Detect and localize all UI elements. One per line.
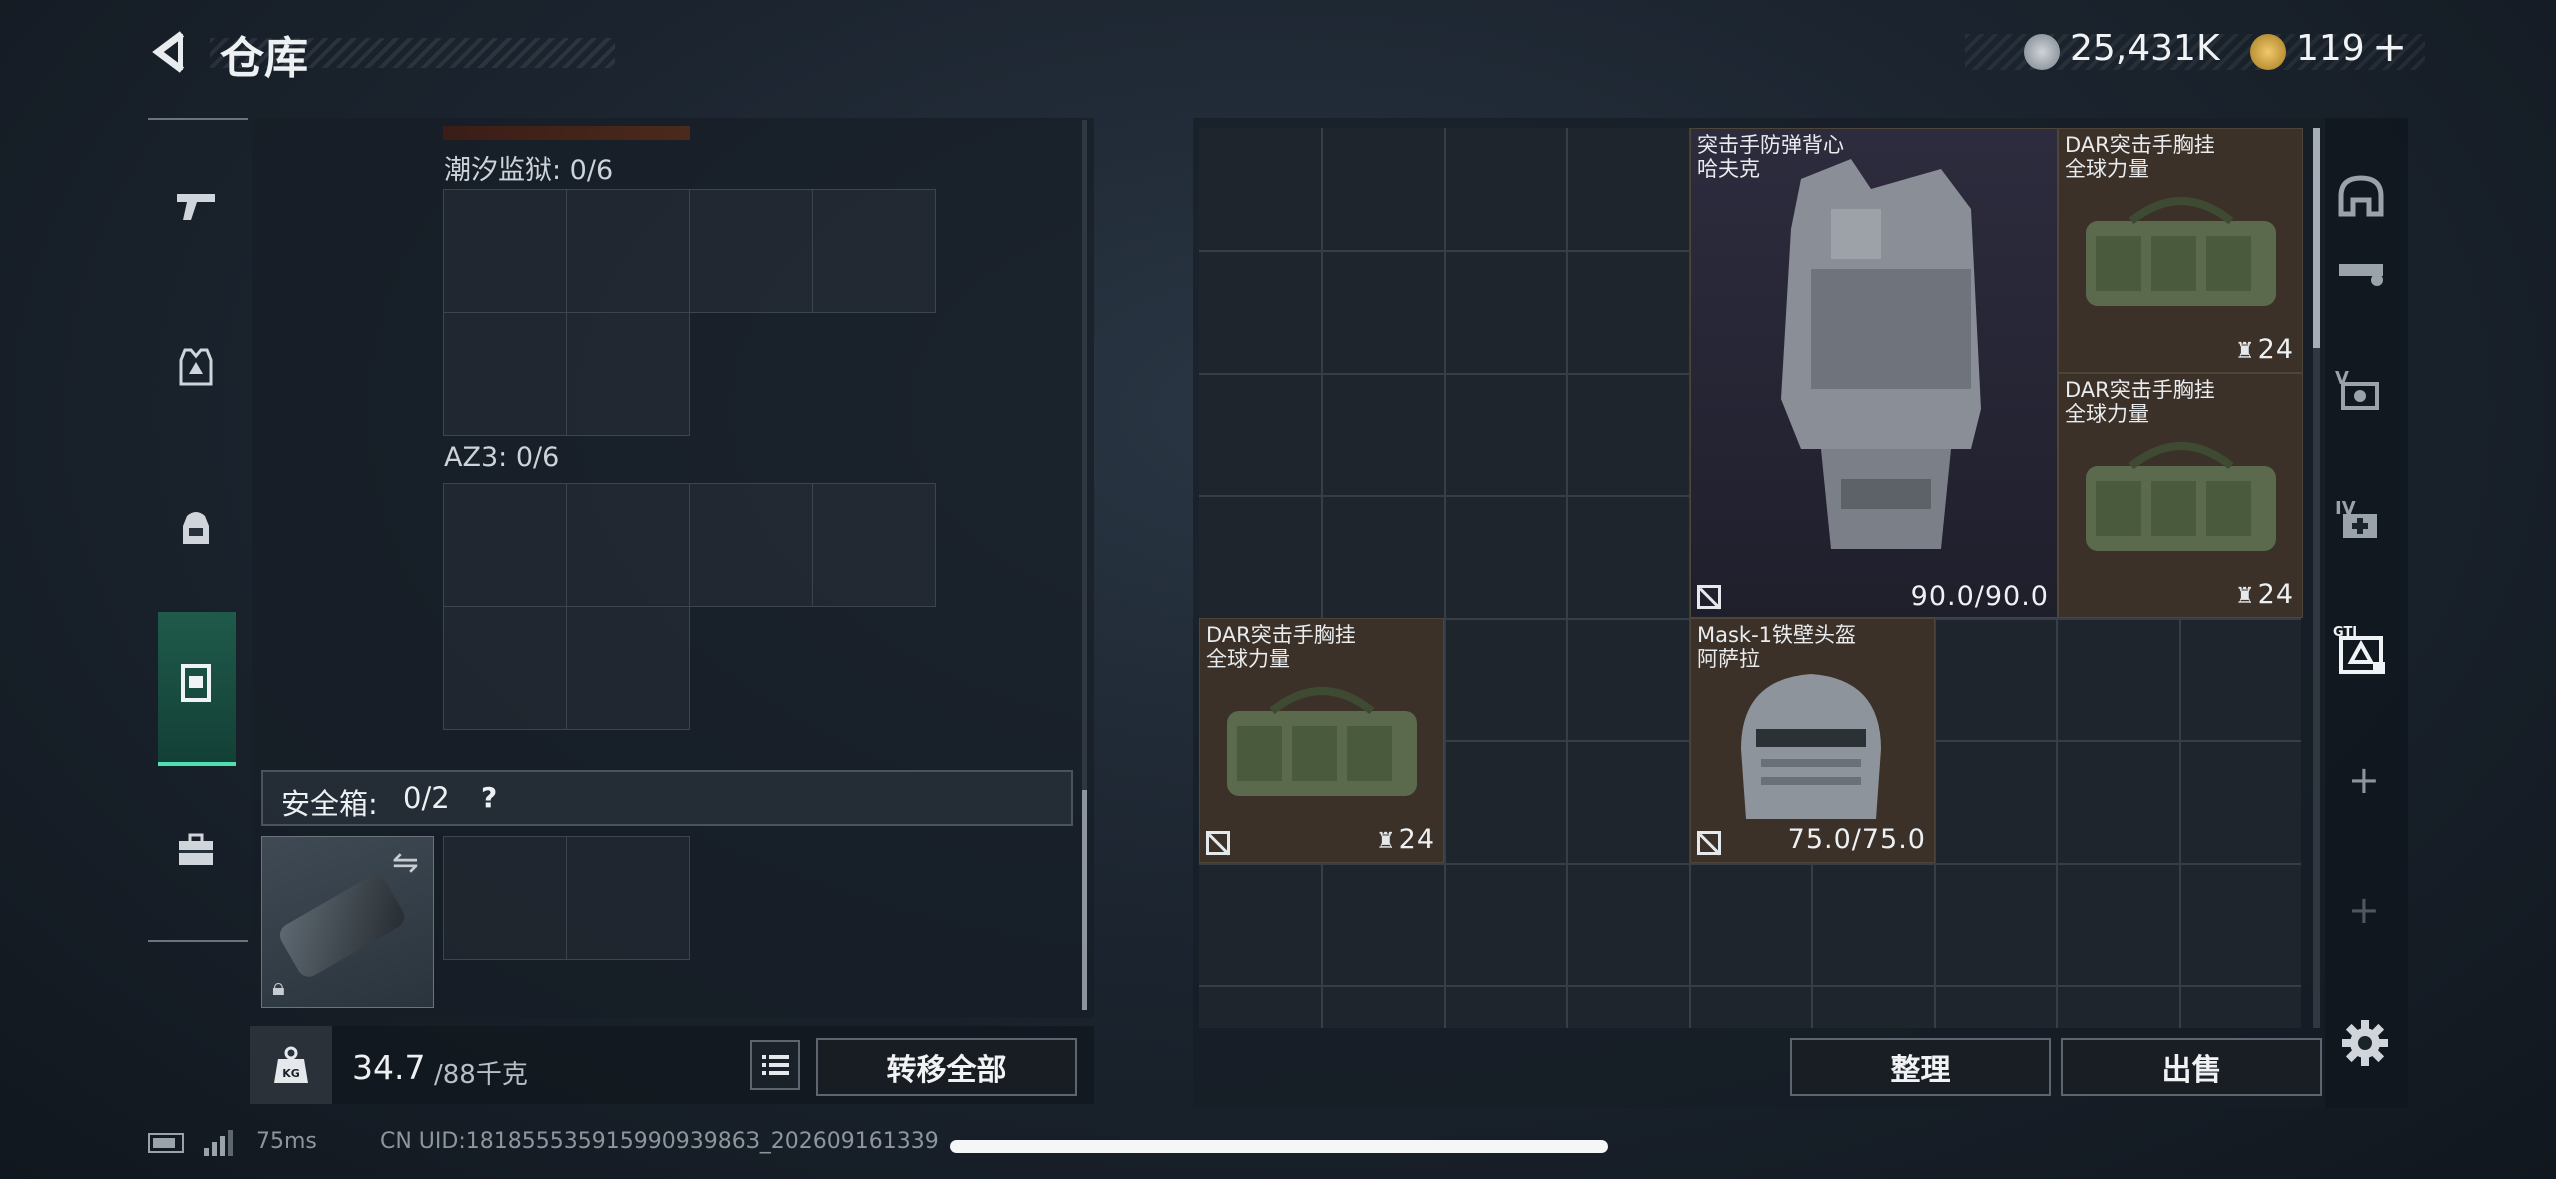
grid-slot[interactable] (443, 606, 567, 730)
add-filter-button[interactable]: + (2348, 758, 2380, 802)
signal-icon (204, 1128, 238, 1156)
item-slot-count: 24 (2257, 334, 2294, 365)
no-trade-icon (1206, 831, 1230, 856)
transfer-all-button[interactable]: 转移全部 (816, 1038, 1077, 1096)
back-arrow-icon (152, 31, 185, 73)
item-slot-count: 24 (2257, 579, 2294, 610)
nav-item-backpack[interactable] (148, 482, 248, 572)
storage-item-vest[interactable]: 突击手防弹背心 哈夫克 90.0/90.0 (1690, 128, 2058, 618)
storage-item-rig[interactable]: DAR突击手胸挂 全球力量 ♜ 24 (2058, 128, 2303, 373)
coin-icon (2024, 34, 2060, 70)
item-brand: 全球力量 (2065, 402, 2149, 426)
svg-text:KG: KG (282, 1067, 300, 1080)
sell-button[interactable]: 出售 (2061, 1038, 2322, 1096)
nav-item-armor[interactable] (148, 322, 248, 412)
grid-slot[interactable] (689, 189, 813, 313)
slots-icon: ♜ (2235, 584, 2255, 609)
back-button[interactable] (148, 28, 190, 76)
gear-box-filter-icon[interactable]: GTI (2333, 622, 2389, 678)
vest-icon (179, 348, 213, 386)
uid-text: CN UID:18185553591599093986З_20260916133… (380, 1129, 939, 1154)
battery-icon (148, 1133, 184, 1153)
grid-slot[interactable] (566, 606, 690, 730)
add-filter-button[interactable]: + (2348, 888, 2380, 932)
v-camera-filter-icon[interactable]: V (2333, 362, 2389, 418)
pistol-icon (177, 194, 215, 220)
safe-box-slot[interactable] (566, 836, 690, 960)
help-icon[interactable]: ? (481, 781, 497, 814)
helmet-filter-icon[interactable] (2333, 170, 2389, 226)
list-icon (762, 1055, 789, 1075)
grid-slot[interactable] (566, 483, 690, 607)
gear-icon (2342, 1020, 2388, 1066)
grid-slot[interactable] (812, 483, 936, 607)
storage-item-rig[interactable]: DAR突击手胸挂 全球力量 ♜ 24 (2058, 373, 2303, 618)
weight-max: /88千克 (434, 1060, 528, 1090)
swap-icon[interactable]: ⇋ (392, 843, 419, 881)
slots-icon: ♜ (2235, 339, 2255, 364)
grid-slot[interactable] (566, 189, 690, 313)
grid-slot[interactable] (566, 312, 690, 436)
iv-medkit-filter-icon[interactable]: IV (2333, 492, 2389, 548)
storage-item-helmet[interactable]: Mask-1铁壁头盔 阿萨拉 75.0/75.0 (1690, 618, 1935, 863)
settings-button[interactable] (2340, 1018, 2390, 1068)
helmet-image (1741, 674, 1881, 819)
weight-icon: KG (250, 1026, 332, 1104)
token-icon (2250, 34, 2286, 70)
home-indicator[interactable] (950, 1140, 1608, 1153)
chest-rig-image (2086, 197, 2276, 306)
storage-scroll-thumb[interactable] (2313, 128, 2320, 348)
nav-item-weapons[interactable] (148, 160, 248, 250)
safe-box-label: 安全箱: (281, 787, 378, 821)
grid-slot[interactable] (812, 189, 936, 313)
nav-item-rig[interactable] (158, 612, 236, 766)
chest-rig-image (2086, 442, 2276, 551)
item-name: DAR突击手胸挂 (1206, 623, 1356, 647)
item-brand: 全球力量 (2065, 157, 2149, 181)
section-label: AZ3: 0/6 (444, 442, 560, 473)
safe-box-item[interactable]: ⇋ 🔒︎ (261, 836, 434, 1008)
ping-text: 75ms (256, 1129, 317, 1154)
sort-button[interactable]: 整理 (1790, 1038, 2051, 1096)
section-label: 潮汐监狱: 0/6 (444, 155, 614, 186)
nav-item-toolbox[interactable] (148, 805, 248, 895)
grid-slot[interactable] (443, 312, 567, 436)
item-durability: 75.0/75.0 (1787, 824, 1926, 855)
grid-slot[interactable] (689, 483, 813, 607)
storage-item-rig[interactable]: DAR突击手胸挂 全球力量 ♜ 24 (1199, 618, 1444, 863)
item-name: Mask-1铁壁头盔 (1697, 623, 1857, 647)
no-trade-icon (1697, 585, 1721, 610)
toolbox-icon (179, 833, 213, 865)
safe-box-header: 安全箱: 0/2 ? ? (261, 770, 1073, 826)
item-durability: 90.0/90.0 (1910, 581, 2049, 612)
item-name: DAR突击手胸挂 (2065, 133, 2215, 157)
title-underline-decoration (210, 38, 615, 68)
token-amount: 119 (2296, 28, 2365, 69)
coin-amount: 25,431K (2070, 28, 2220, 69)
lock-icon: 🔒︎ (272, 973, 285, 1001)
item-brand: 全球力量 (1206, 647, 1290, 671)
safe-box-count: 0/2 (403, 781, 450, 815)
chest-rig-image (1227, 687, 1417, 796)
add-token-button[interactable]: + (2372, 22, 2407, 71)
safe-box-case-image (275, 870, 409, 982)
ammo-filter-icon[interactable] (2333, 250, 2389, 306)
safe-box-slot[interactable] (443, 836, 567, 960)
item-slot-count: 24 (1398, 824, 1435, 855)
slots-icon: ♜ (1376, 829, 1396, 854)
grid-slot[interactable] (443, 189, 567, 313)
no-trade-icon (1697, 831, 1721, 856)
equip-panel-scroll-thumb[interactable] (1082, 790, 1087, 1010)
grid-slot[interactable] (443, 483, 567, 607)
backpack-icon (183, 512, 209, 544)
chest-rig-icon (181, 664, 211, 702)
previous-section-bar (443, 126, 690, 140)
list-view-button[interactable] (750, 1040, 800, 1090)
vest-image (1781, 159, 1981, 549)
item-name: DAR突击手胸挂 (2065, 378, 2215, 402)
weight-current: 34.7 (352, 1048, 426, 1087)
